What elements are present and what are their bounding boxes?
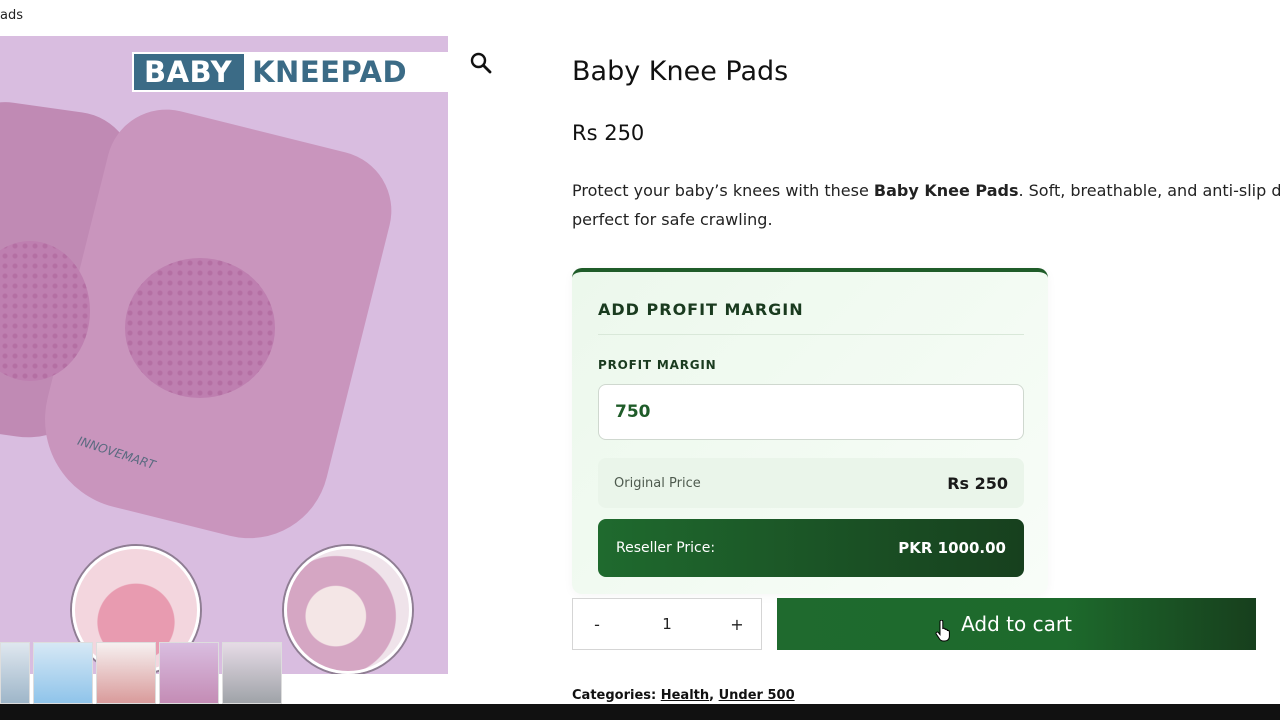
profit-margin-label: PROFIT MARGIN <box>598 358 717 372</box>
profit-margin-input[interactable] <box>598 384 1024 440</box>
gallery-thumb-1[interactable] <box>0 642 30 704</box>
gallery-thumb-5[interactable] <box>222 642 282 704</box>
categories-label: Categories: <box>572 688 657 703</box>
reseller-price-label: Reseller Price: <box>616 540 716 556</box>
search-icon[interactable] <box>469 51 493 75</box>
quantity-increase-button[interactable]: + <box>727 615 747 634</box>
reseller-price-value: PKR 1000.00 <box>898 539 1006 557</box>
description-text-3: perfect for safe crawling. <box>572 210 773 229</box>
add-to-cart-button[interactable]: Add to cart <box>777 598 1256 650</box>
image-banner-word2: KNEEPAD <box>244 54 446 90</box>
card-divider <box>598 334 1024 335</box>
profit-card-heading: ADD PROFIT MARGIN <box>598 300 804 319</box>
product-categories: Categories: Health, Under 500 <box>572 688 795 703</box>
breadcrumb: ads <box>0 8 23 23</box>
circle-detail-image-2 <box>284 546 412 674</box>
description-text-2: . Soft, breathable, and anti-slip design… <box>1018 181 1280 200</box>
product-price: Rs 250 <box>572 121 645 145</box>
image-banner: BABY KNEEPAD <box>132 52 448 92</box>
hand-cursor-icon <box>935 620 950 642</box>
original-price-value: Rs 250 <box>947 473 1008 493</box>
description-text-1: Protect your baby’s knees with these <box>572 181 874 200</box>
profit-margin-card: ADD PROFIT MARGIN PROFIT MARGIN Original… <box>572 268 1048 594</box>
product-title: Baby Knee Pads <box>572 56 789 87</box>
quantity-decrease-button[interactable]: - <box>587 615 607 634</box>
gallery-thumb-2[interactable] <box>33 642 93 704</box>
category-link-under-500[interactable]: Under 500 <box>719 688 795 703</box>
category-link-health[interactable]: Health <box>661 688 709 703</box>
gallery-thumb-4[interactable] <box>159 642 219 704</box>
reseller-price-row: Reseller Price: PKR 1000.00 <box>598 519 1024 577</box>
grip-dots-right-graphic <box>125 258 275 398</box>
product-main-image[interactable]: BABY KNEEPAD INNOVEMART <box>0 36 448 674</box>
gallery-thumb-3[interactable] <box>96 642 156 704</box>
original-price-row: Original Price Rs 250 <box>598 458 1024 508</box>
description-bold: Baby Knee Pads <box>873 181 1019 200</box>
product-description: Protect your baby’s knees with these Bab… <box>572 176 1280 234</box>
thumbnail-strip <box>0 642 282 704</box>
original-price-label: Original Price <box>614 475 701 491</box>
quantity-stepper: - + <box>572 598 762 650</box>
image-banner-word1: BABY <box>144 55 233 89</box>
bottom-bar <box>0 704 1280 720</box>
quantity-input[interactable] <box>637 615 697 633</box>
